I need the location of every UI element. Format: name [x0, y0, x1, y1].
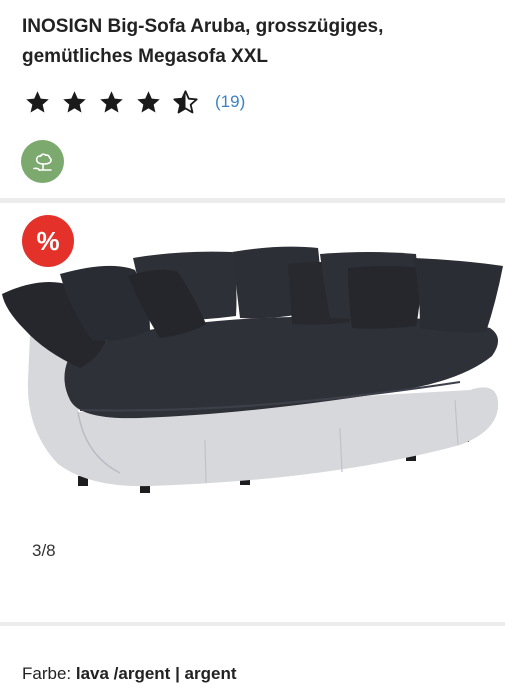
tree-leaf-icon	[32, 152, 52, 171]
color-label: Farbe:	[22, 664, 76, 683]
sustainability-badge[interactable]	[21, 140, 64, 183]
gallery-counter: 3/8	[32, 541, 56, 560]
color-variant-info: Farbe: lava /argent | argent	[22, 664, 237, 684]
color-value: lava /argent | argent	[75, 664, 237, 683]
sale-badge: %	[22, 215, 74, 267]
star-icon	[26, 90, 49, 113]
rating-row[interactable]: (19)	[24, 88, 245, 116]
star-icon	[100, 90, 123, 113]
product-title: INOSIGN Big-Sofa Aruba, grosszügiges, ge…	[22, 16, 384, 67]
star-icon	[137, 90, 160, 113]
star-icon	[63, 90, 86, 113]
section-divider	[0, 622, 505, 626]
rating-count-link[interactable]: (19)	[215, 92, 245, 112]
section-divider	[0, 198, 505, 203]
product-image[interactable]	[0, 240, 505, 500]
half-star-icon	[173, 89, 198, 113]
